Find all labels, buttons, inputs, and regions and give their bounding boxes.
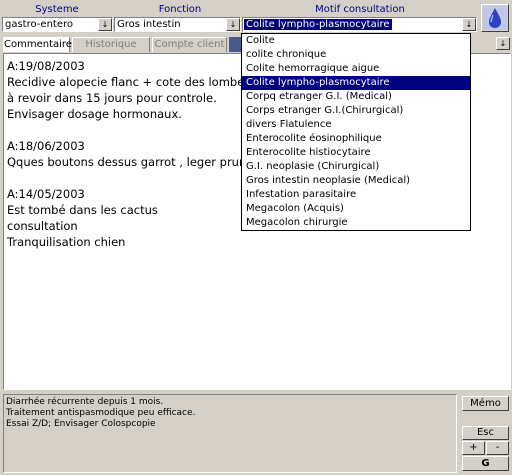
side-dropdown-arrow-icon[interactable]: ↓ bbox=[496, 37, 510, 50]
entry-line: Envisager dosage hormonaux. bbox=[7, 107, 182, 121]
dropdown-item[interactable]: G.I. neoplasie (Chirurgical) bbox=[242, 160, 470, 174]
esc-button[interactable]: Esc bbox=[462, 426, 509, 440]
dropdown-item[interactable]: Enterocolite éosinophilique bbox=[242, 132, 470, 146]
memo-button[interactable]: Mémo bbox=[462, 396, 509, 411]
g-button[interactable]: G bbox=[462, 456, 509, 471]
tab-compte-client[interactable]: Compte client bbox=[152, 37, 227, 52]
dropdown-item[interactable]: Colite hemorragique aigue bbox=[242, 62, 470, 76]
dropdown-item[interactable]: Megacolon chirurgie bbox=[242, 216, 470, 230]
entries-list: A:19/08/2003 Recidive alopecie flanc + c… bbox=[7, 58, 251, 250]
motif-dropdown-list[interactable]: Colite colite chronique Colite hemorragi… bbox=[241, 33, 471, 231]
note-line: Traitement antispasmodique peu efficace. bbox=[6, 408, 196, 418]
fonction-dropdown-arrow-icon[interactable]: ↓ bbox=[226, 18, 240, 31]
dropdown-item[interactable]: Gros intestin neoplasie (Medical) bbox=[242, 174, 470, 188]
systeme-value: gastro-entero bbox=[5, 19, 73, 30]
minus-button[interactable]: - bbox=[486, 441, 509, 455]
motif-value: Colite lympho-plasmocytaire bbox=[244, 19, 392, 30]
fonction-select[interactable]: Gros intestin ↓ bbox=[114, 17, 241, 32]
dropdown-item-selected[interactable]: Colite lympho-plasmocytaire bbox=[242, 76, 470, 90]
motif-select[interactable]: Colite lympho-plasmocytaire ↓ bbox=[242, 17, 477, 32]
dropdown-item[interactable]: Enterocolite histiocytaire bbox=[242, 146, 470, 160]
dropdown-item[interactable]: Corps etranger G.I.(Chirurgical) bbox=[242, 104, 470, 118]
dropdown-item[interactable]: Colite bbox=[242, 34, 470, 48]
note-line: Diarrhée récurrente depuis 1 mois. bbox=[6, 397, 164, 407]
dropdown-item[interactable]: Infestation parasitaire bbox=[242, 188, 470, 202]
entry-line: consultation bbox=[7, 219, 78, 233]
logo-button[interactable] bbox=[481, 4, 509, 32]
systeme-dropdown-arrow-icon[interactable]: ↓ bbox=[98, 18, 112, 31]
dropdown-item[interactable]: colite chronique bbox=[242, 48, 470, 62]
dropdown-item[interactable]: Corpq etranger G.I. (Medical) bbox=[242, 90, 470, 104]
systeme-select[interactable]: gastro-entero ↓ bbox=[2, 17, 113, 32]
note-line: Essai Z/D; Envisager Colospcopie bbox=[6, 419, 156, 429]
notes-textarea[interactable]: Diarrhée récurrente depuis 1 mois. Trait… bbox=[3, 394, 457, 473]
entry-date: A:19/08/2003 bbox=[7, 59, 85, 73]
entry-line: Est tombé dans les cactus bbox=[7, 203, 158, 217]
plus-button[interactable]: + bbox=[462, 441, 485, 455]
entry-line: Qques boutons dessus garrot , leger prur… bbox=[7, 155, 252, 169]
tab-historique[interactable]: Historique bbox=[72, 37, 150, 52]
fonction-value: Gros intestin bbox=[117, 19, 181, 30]
systeme-header: Systeme bbox=[35, 4, 79, 15]
motif-header: Motif consultation bbox=[315, 4, 405, 15]
dropdown-item[interactable]: Megacolon (Acquis) bbox=[242, 202, 470, 216]
notes-list: Diarrhée récurrente depuis 1 mois. Trait… bbox=[6, 397, 195, 430]
entry-date: A:18/06/2003 bbox=[7, 139, 85, 153]
tab-commentaire[interactable]: Commentaire bbox=[3, 37, 72, 52]
fonction-header: Fonction bbox=[158, 4, 202, 15]
drop-logo-icon bbox=[483, 6, 507, 30]
entry-line: Recidive alopecie flanc + cote des lombe… bbox=[7, 75, 251, 89]
entry-line: à revoir dans 15 jours pour controle. bbox=[7, 91, 217, 105]
motif-dropdown-arrow-icon[interactable]: ↓ bbox=[462, 18, 476, 31]
entry-date: A:14/05/2003 bbox=[7, 187, 85, 201]
dropdown-item[interactable]: divers Flatulence bbox=[242, 118, 470, 132]
entry-line: Tranquilisation chien bbox=[7, 235, 126, 249]
